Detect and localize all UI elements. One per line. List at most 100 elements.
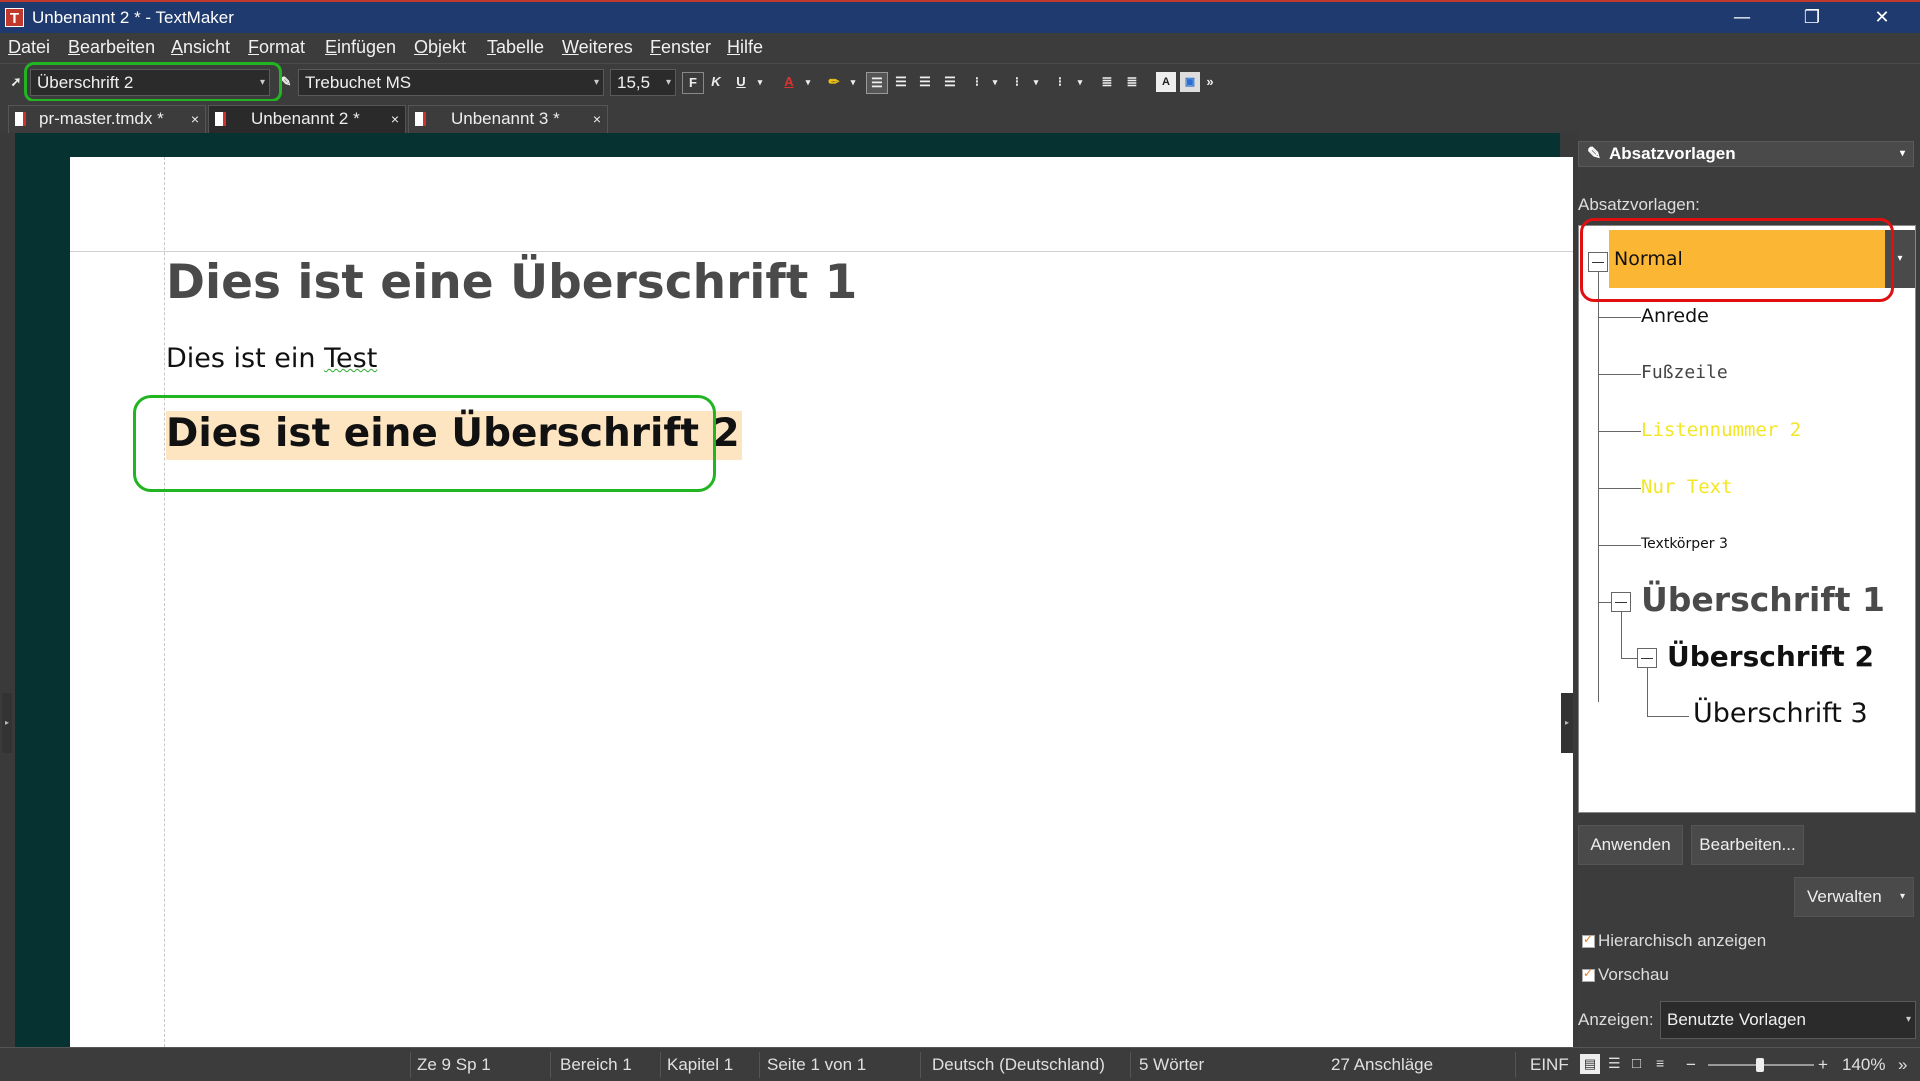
style-item-ueberschrift-3[interactable]: Überschrift 3	[1693, 698, 1868, 729]
collapse-icon[interactable]	[1611, 592, 1631, 612]
outline-list-dropdown-icon[interactable]: ▾	[1070, 72, 1090, 92]
tab-unbenannt-2[interactable]: Unbenannt 2 * ×	[208, 105, 406, 133]
style-item-listennummer-2[interactable]: Listennummer 2	[1641, 419, 1801, 441]
style-item-fusszeile[interactable]: Fußzeile	[1641, 362, 1728, 383]
close-icon[interactable]: ×	[391, 106, 399, 132]
status-language[interactable]: Deutsch (Deutschland)	[932, 1055, 1105, 1075]
close-button[interactable]: ✕	[1852, 2, 1912, 33]
style-item-ueberschrift-2[interactable]: Überschrift 2	[1667, 640, 1874, 673]
outline-view-icon[interactable]: ☰	[1608, 1055, 1621, 1072]
status-separator	[759, 1052, 760, 1078]
increase-indent-icon[interactable]: ≣	[1122, 72, 1142, 92]
highlight-icon[interactable]: ✏	[824, 72, 844, 92]
menu-datei[interactable]: Datei	[8, 37, 50, 58]
numbered-list-dropdown-icon[interactable]: ▾	[1026, 72, 1046, 92]
menu-weiteres[interactable]: Weiteres	[562, 37, 633, 58]
underline-dropdown-icon[interactable]: ▾	[750, 72, 770, 92]
edit-button[interactable]: Bearbeiten...	[1691, 825, 1804, 865]
preview-checkbox[interactable]	[1582, 966, 1595, 982]
menu-einfuegen[interactable]: Einfügen	[325, 37, 396, 58]
font-size-combo[interactable]: 15,5 ▾	[610, 69, 676, 96]
align-left-icon[interactable]: ☰	[866, 72, 888, 94]
master-page-view-icon[interactable]: ≡	[1656, 1055, 1664, 1071]
manage-button-label: Verwalten	[1807, 887, 1882, 906]
restore-button[interactable]: ❐	[1782, 2, 1842, 33]
tree-line	[1599, 317, 1641, 318]
status-more-icon[interactable]: »	[1898, 1055, 1907, 1075]
body-paragraph[interactable]: Dies ist ein Test	[166, 343, 377, 374]
right-splitter-handle[interactable]: ▸	[1561, 693, 1573, 753]
page-view-icon[interactable]: □	[1632, 1055, 1641, 1072]
menu-objekt[interactable]: Objekt	[414, 37, 466, 58]
zoom-slider-handle[interactable]	[1756, 1058, 1764, 1072]
bullet-list-icon[interactable]: ⁝	[967, 72, 987, 92]
highlight-dropdown-icon[interactable]: ▾	[843, 72, 863, 92]
menu-format[interactable]: Format	[248, 37, 305, 58]
textbox-icon[interactable]: A	[1156, 72, 1176, 92]
minimize-button[interactable]: —	[1712, 2, 1772, 33]
menu-hilfe[interactable]: Hilfe	[727, 37, 763, 58]
font-combo[interactable]: Trebuchet MS ▾	[298, 69, 604, 96]
menu-ansicht[interactable]: Ansicht	[171, 37, 230, 58]
tab-unbenannt-3[interactable]: Unbenannt 3 * ×	[408, 105, 608, 133]
styles-list[interactable]: Normal ▾ Anrede Fußzeile Listennummer 2 …	[1578, 225, 1916, 813]
close-icon[interactable]: ×	[191, 106, 199, 132]
document-page[interactable]: Dies ist eine Überschrift 1 Dies ist ein…	[70, 157, 1573, 1047]
font-size-value: 15,5	[617, 73, 651, 92]
chevron-down-icon: ▾	[665, 77, 671, 88]
italic-button[interactable]: K	[706, 72, 726, 92]
decrease-indent-icon[interactable]: ≣	[1097, 72, 1117, 92]
status-bar: Ze 9 Sp 1 Bereich 1 Kapitel 1 Seite 1 vo…	[0, 1047, 1920, 1081]
collapse-icon[interactable]	[1637, 648, 1657, 668]
tab-pr-master[interactable]: pr-master.tmdx * ×	[8, 105, 206, 133]
manage-button[interactable]: Verwalten ▾	[1794, 877, 1914, 917]
underline-button[interactable]: U	[731, 72, 751, 92]
tree-line	[1599, 374, 1641, 375]
spellcheck-word: Test	[324, 343, 378, 374]
menu-tabelle[interactable]: Tabelle	[487, 37, 544, 58]
bold-button[interactable]: F	[682, 72, 704, 94]
style-item-nur-text[interactable]: Nur Text	[1641, 476, 1733, 498]
tab-label: Unbenannt 3 *	[451, 109, 560, 128]
close-icon[interactable]: ×	[593, 106, 601, 132]
select-pointer-icon[interactable]: ➚	[6, 72, 26, 92]
chevron-down-icon: ▾	[1899, 148, 1905, 159]
font-color-dropdown-icon[interactable]: ▾	[798, 72, 818, 92]
font-color-button[interactable]: A	[779, 72, 799, 92]
status-insert-mode[interactable]: EINF	[1530, 1055, 1569, 1075]
show-filter-value: Benutzte Vorlagen	[1667, 1010, 1806, 1029]
font-value: Trebuchet MS	[305, 73, 412, 92]
menu-bearbeiten[interactable]: Bearbeiten	[68, 37, 155, 58]
zoom-out-icon[interactable]: −	[1686, 1055, 1696, 1075]
status-separator	[410, 1052, 411, 1078]
style-item-anrede[interactable]: Anrede	[1641, 305, 1709, 327]
style-item-ueberschrift-1[interactable]: Überschrift 1	[1641, 580, 1885, 619]
panel-header[interactable]: ✎ Absatzvorlagen ▾	[1578, 141, 1914, 167]
show-filter-combo[interactable]: Benutzte Vorlagen ▾	[1660, 1001, 1916, 1039]
left-splitter-handle[interactable]: ▸	[2, 693, 12, 753]
bullet-list-dropdown-icon[interactable]: ▾	[985, 72, 1005, 92]
toolbar-more-icon[interactable]: »	[1200, 72, 1220, 92]
style-item-textkoerper-3[interactable]: Textkörper 3	[1641, 536, 1728, 552]
heading-1-paragraph[interactable]: Dies ist eine Überschrift 1	[166, 255, 857, 310]
align-right-icon[interactable]: ☰	[915, 72, 935, 92]
apply-button[interactable]: Anwenden	[1578, 825, 1683, 865]
tree-line	[1599, 488, 1641, 489]
status-separator	[1515, 1052, 1516, 1078]
justify-icon[interactable]: ☰	[940, 72, 960, 92]
tree-line	[1599, 545, 1641, 546]
document-background: Dies ist eine Überschrift 1 Dies ist ein…	[15, 133, 1573, 1047]
tree-line	[1647, 668, 1648, 716]
hierarchical-checkbox[interactable]	[1582, 932, 1595, 948]
picture-icon[interactable]: ▣	[1180, 72, 1200, 92]
brush-icon: ✎	[1587, 144, 1602, 163]
normal-view-icon[interactable]: ▤	[1580, 1054, 1600, 1074]
zoom-level[interactable]: 140%	[1842, 1055, 1885, 1075]
align-center-icon[interactable]: ☰	[891, 72, 911, 92]
document-icon	[415, 112, 426, 126]
outline-list-icon[interactable]: ⁝	[1050, 72, 1070, 92]
menu-fenster[interactable]: Fenster	[650, 37, 711, 58]
status-chapter: Kapitel 1	[667, 1055, 734, 1074]
zoom-in-icon[interactable]: +	[1818, 1055, 1828, 1075]
numbered-list-icon[interactable]: ⁝	[1007, 72, 1027, 92]
